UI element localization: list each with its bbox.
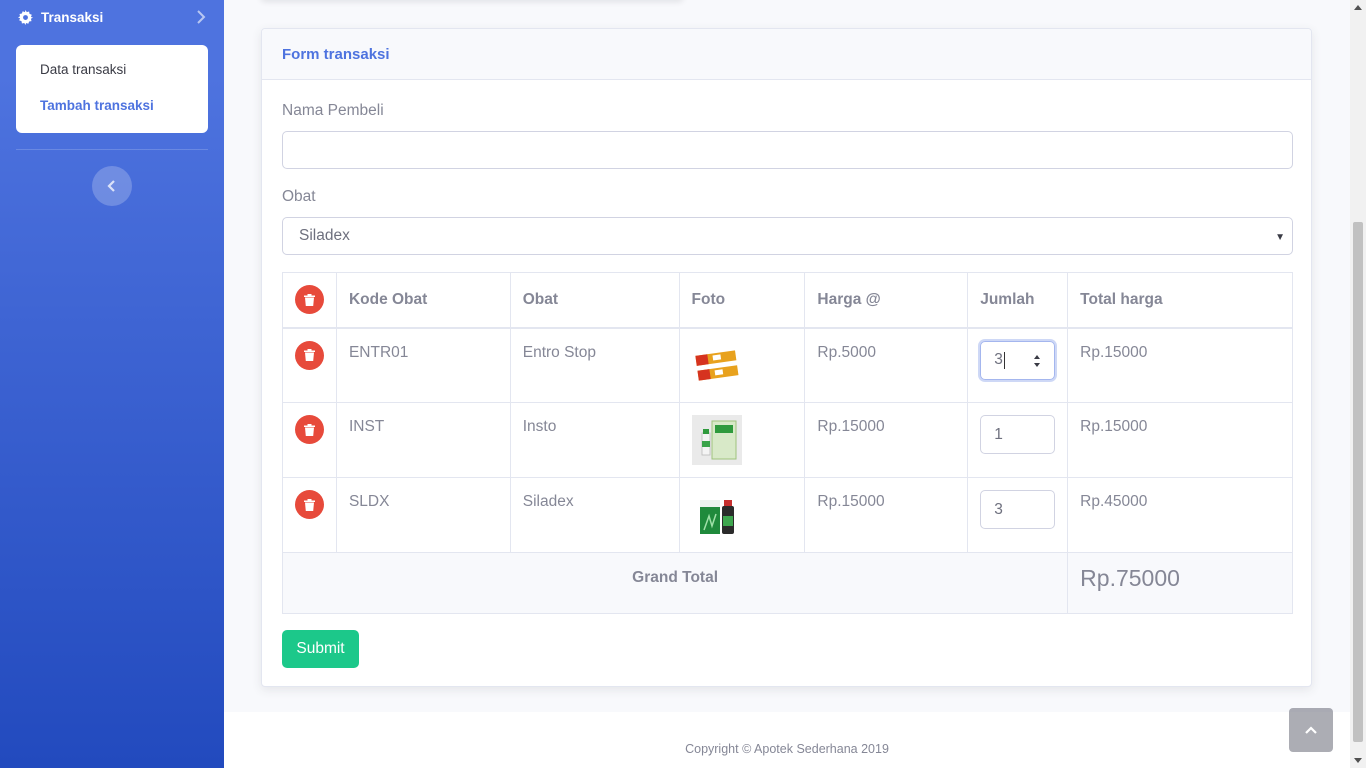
table-header-row: Kode Obat Obat Foto Harga @ Jumlah Total… (282, 272, 1293, 329)
dropdown-arrow-icon: ▼ (1275, 232, 1285, 243)
sidebar-item-data-transaksi[interactable]: Data transaksi (16, 59, 208, 95)
cell-code: INST (335, 402, 511, 478)
sidebar-item-tambah-transaksi[interactable]: Tambah transaksi (16, 95, 208, 131)
sidebar-section-label: Transaksi (41, 9, 104, 25)
chevron-left-icon (107, 180, 115, 192)
buyer-name-input[interactable] (282, 131, 1293, 169)
spinner-arrows-icon[interactable] (1032, 351, 1042, 371)
transaction-table: Kode Obat Obat Foto Harga @ Jumlah Total… (281, 272, 1293, 614)
header-foto: Foto (678, 272, 806, 329)
scroll-to-top-button[interactable] (1289, 708, 1333, 752)
cell-name: Siladex (509, 477, 680, 553)
delete-row-button[interactable] (294, 340, 324, 370)
grand-total-value: Rp.75000 (1067, 552, 1293, 614)
header-harga: Harga @ (804, 272, 969, 329)
header-obat: Obat (509, 272, 680, 329)
page-scrollbar[interactable] (1350, 0, 1366, 768)
footer: Copyright © Apotek Sederhana 2019 (224, 712, 1350, 768)
cell-code: SLDX (335, 477, 511, 553)
row-delete-cell (282, 477, 337, 553)
insto-photo (691, 415, 742, 465)
cell-photo (678, 477, 806, 553)
chevron-right-icon (197, 10, 206, 24)
header-delete-all (282, 272, 337, 329)
entro-stop-photo (691, 340, 742, 391)
scroll-up-arrow[interactable] (1354, 5, 1362, 10)
sidebar-divider (16, 149, 208, 150)
cell-price: Rp.15000 (804, 402, 969, 478)
table-row: ENTR01 Entro Stop Rp.5000 3 Rp.15000 (282, 327, 1293, 403)
cell-code: ENTR01 (335, 327, 511, 403)
trash-icon (303, 293, 315, 306)
cell-total: Rp.15000 (1067, 327, 1293, 403)
cell-price: Rp.5000 (804, 327, 969, 403)
copyright-text: Copyright © Apotek Sederhana 2019 (685, 742, 889, 756)
grand-total-row: Grand Total Rp.75000 (281, 552, 1293, 614)
text-cursor (1003, 351, 1005, 369)
medicine-label: Obat (282, 188, 316, 205)
transaction-form-card: Form transaksi Nama Pembeli Obat Siladex… (261, 28, 1312, 687)
header-kode-obat: Kode Obat (335, 272, 511, 329)
card-title: Form transaksi (262, 29, 1311, 80)
scrollbar-thumb[interactable] (1353, 222, 1363, 742)
quantity-value: 3 (994, 351, 1003, 368)
cell-photo (678, 402, 806, 478)
sidebar-toggle-button[interactable] (92, 166, 132, 206)
trash-icon (303, 349, 315, 361)
cell-photo (678, 327, 806, 403)
cell-total: Rp.45000 (1067, 477, 1293, 553)
cell-qty: 1 (967, 402, 1069, 478)
medicine-select-value: Siladex (299, 227, 350, 244)
header-total-harga: Total harga (1067, 272, 1293, 329)
siladex-photo (691, 490, 742, 540)
delete-row-button[interactable] (294, 490, 324, 519)
cell-total: Rp.15000 (1067, 402, 1293, 478)
submit-button[interactable]: Submit (282, 630, 359, 668)
quantity-input[interactable]: 3 (980, 490, 1056, 529)
sidebar-section-transaksi[interactable]: Transaksi (0, 0, 224, 34)
cell-qty: 3 (967, 477, 1069, 553)
medicine-select[interactable]: Siladex ▼ (282, 217, 1293, 255)
quantity-input[interactable]: 1 (980, 415, 1056, 454)
table-row: INST Insto Rp.15000 1 Rp.15000 (282, 402, 1293, 478)
gear-icon (18, 9, 33, 25)
delete-row-button[interactable] (294, 415, 324, 444)
header-jumlah: Jumlah (967, 272, 1069, 329)
quantity-input[interactable]: 3 (980, 340, 1056, 380)
buyer-name-label: Nama Pembeli (282, 102, 384, 119)
sidebar-submenu: Data transaksi Tambah transaksi (16, 45, 208, 133)
cell-name: Entro Stop (509, 327, 680, 403)
cell-price: Rp.15000 (804, 477, 969, 553)
sidebar: Transaksi Data transaksi Tambah transaks… (0, 0, 224, 768)
scroll-down-arrow[interactable] (1354, 758, 1362, 763)
trash-icon (303, 423, 315, 436)
row-delete-cell (282, 327, 337, 403)
row-delete-cell (282, 402, 337, 478)
main-content: Form transaksi Nama Pembeli Obat Siladex… (224, 0, 1350, 768)
chevron-up-icon (1305, 726, 1317, 734)
grand-total-label: Grand Total (281, 552, 1069, 614)
delete-all-button[interactable] (294, 285, 324, 315)
cell-qty: 3 (967, 327, 1069, 403)
cell-name: Insto (509, 402, 680, 478)
trash-icon (303, 498, 315, 511)
table-row: SLDX Siladex Rp.15000 3 Rp.45000 (282, 477, 1293, 553)
